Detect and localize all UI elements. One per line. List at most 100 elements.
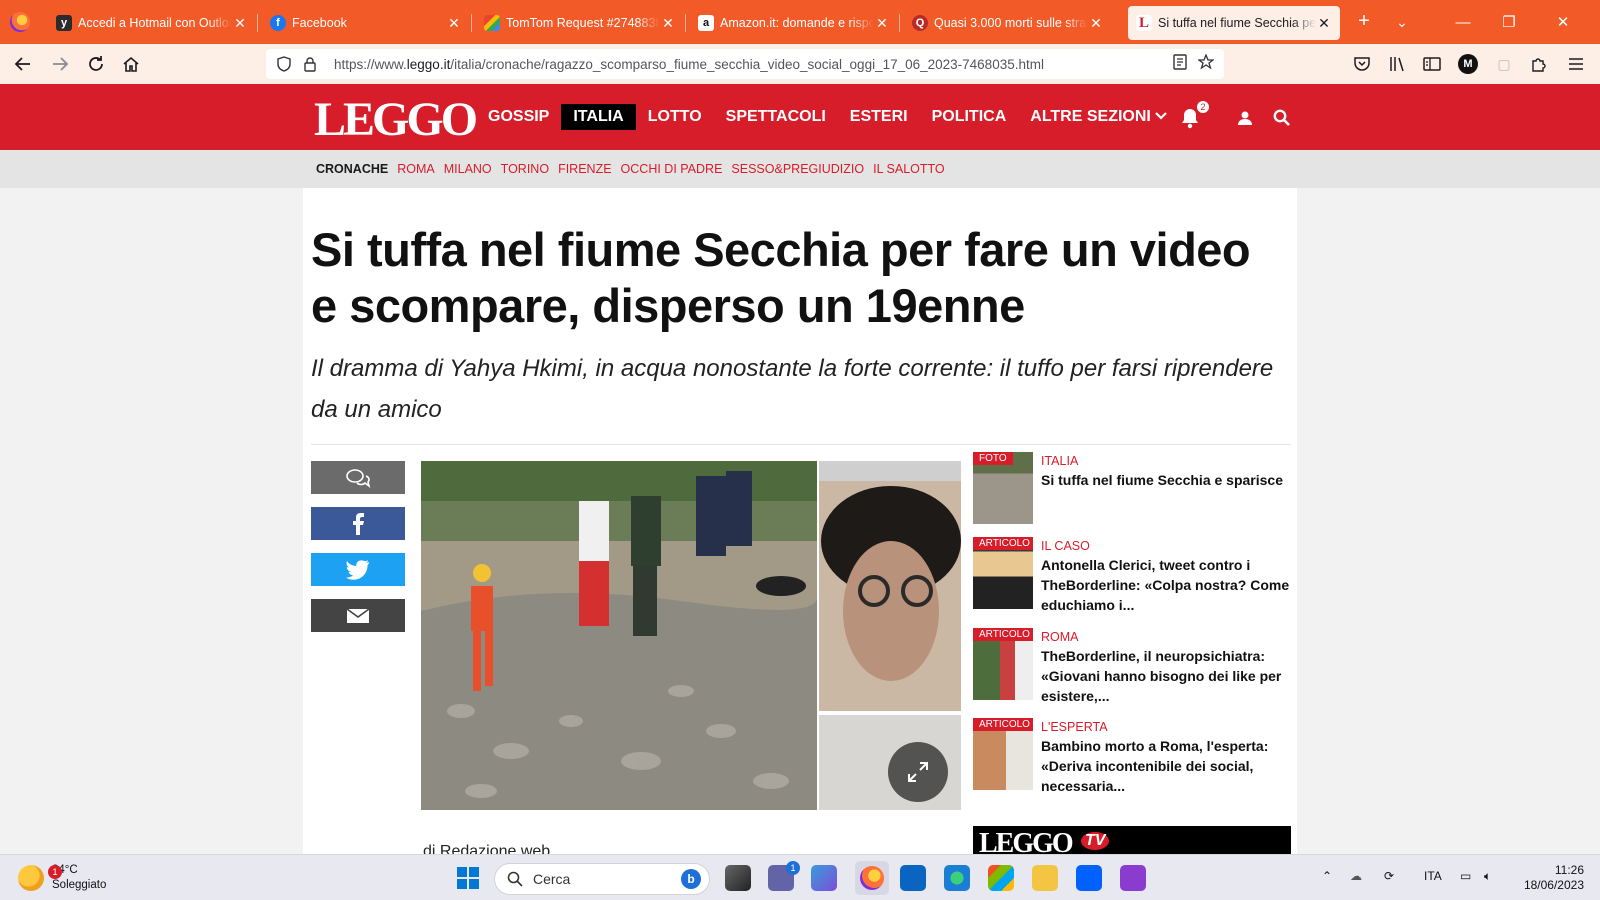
restore-button[interactable]: ❐ — [1486, 0, 1532, 44]
subnav-cronache[interactable]: CRONACHE — [316, 162, 388, 176]
search-icon[interactable] — [1270, 106, 1294, 130]
chevron-up-icon[interactable]: ⌃ — [1322, 869, 1332, 883]
expand-gallery-button[interactable] — [888, 742, 948, 802]
subnav-roma[interactable]: ROMA — [397, 162, 435, 176]
related-article[interactable]: FOTO ITALIA Si tuffa nel fiume Secchia e… — [973, 452, 1291, 524]
tab-amazon[interactable]: a Amazon.it: domande e risposte ✕ — [690, 6, 898, 40]
related-title[interactable]: Antonella Clerici, tweet contro i TheBor… — [1041, 555, 1291, 615]
menu-item-lotto[interactable]: LOTTO — [636, 104, 714, 130]
close-icon[interactable]: ✕ — [1316, 15, 1332, 32]
chevron-down-icon[interactable]: ⌄ — [1390, 10, 1414, 34]
subnav-torino[interactable]: TORINO — [501, 162, 549, 176]
sidebar-icon[interactable] — [1422, 54, 1442, 74]
email-share-button[interactable] — [311, 599, 405, 632]
article-photo[interactable] — [421, 461, 817, 810]
close-icon[interactable]: ✕ — [446, 15, 462, 32]
related-article[interactable]: ARTICOLO IL CASO Antonella Clerici, twee… — [973, 537, 1291, 613]
tab-tomtom[interactable]: TomTom Request #2748838: " ✕ — [476, 6, 684, 40]
mail-icon[interactable] — [900, 865, 926, 891]
reader-view-icon[interactable] — [1172, 53, 1188, 75]
close-icon[interactable]: ✕ — [232, 15, 248, 32]
related-category[interactable]: L'ESPERTA — [1041, 720, 1108, 734]
address-bar[interactable]: https://www.leggo.it/italia/cronache/rag… — [266, 49, 1224, 79]
close-icon[interactable]: ✕ — [874, 15, 890, 32]
facebook-share-button[interactable] — [311, 507, 405, 540]
comments-button[interactable] — [311, 461, 405, 494]
related-thumbnail[interactable]: ARTICOLO — [973, 537, 1033, 609]
lock-icon[interactable] — [300, 54, 320, 74]
reload-icon — [89, 56, 103, 71]
related-category[interactable]: ITALIA — [1041, 454, 1078, 468]
back-button[interactable] — [9, 50, 37, 78]
close-icon[interactable]: ✕ — [660, 15, 676, 32]
weather-widget[interactable]: 1 24°C Soleggiato — [18, 863, 106, 893]
store-icon[interactable] — [988, 865, 1014, 891]
system-clock[interactable]: 11:26 18/06/2023 — [1512, 863, 1584, 893]
firefox-taskbar-icon[interactable] — [855, 861, 889, 895]
copilot-icon[interactable] — [811, 865, 837, 891]
reload-button[interactable] — [82, 50, 110, 78]
related-title[interactable]: TheBorderline, il neuropsichiatra: «Giov… — [1041, 646, 1291, 706]
related-title[interactable]: Si tuffa nel fiume Secchia e sparisce — [1041, 470, 1291, 490]
display-icon[interactable]: ▭ — [1460, 869, 1471, 883]
tab-quora[interactable]: Q Quasi 3.000 morti sulle strade ✕ — [904, 6, 1112, 40]
firefox-icon[interactable] — [10, 12, 30, 32]
subnav-il-salotto[interactable]: IL SALOTTO — [873, 162, 945, 176]
new-tab-button[interactable]: + — [1352, 10, 1376, 34]
onedrive-icon[interactable]: ☁ — [1350, 869, 1362, 883]
account-avatar-icon[interactable]: M — [1458, 54, 1478, 74]
subnav-occhi-di-padre[interactable]: OCCHI DI PADRE — [621, 162, 723, 176]
tab-leggo[interactable]: L Si tuffa nel fiume Secchia per fare ✕ — [1128, 6, 1340, 40]
close-icon[interactable]: ✕ — [1088, 15, 1104, 32]
subnav-firenze[interactable]: FIRENZE — [558, 162, 611, 176]
taskbar-search[interactable]: Cerca b — [494, 863, 710, 895]
related-thumbnail[interactable]: ARTICOLO — [973, 628, 1033, 700]
home-button[interactable] — [117, 50, 145, 78]
menu-item-italia[interactable]: ITALIA — [561, 104, 636, 130]
menu-item-altre-sezioni[interactable]: ALTRE SEZIONI — [1018, 104, 1179, 130]
forward-button[interactable] — [46, 50, 74, 78]
menu-hamburger-icon[interactable] — [1566, 54, 1586, 74]
bookmark-star-icon[interactable] — [1197, 52, 1215, 75]
url-text[interactable]: https://www.leggo.it/italia/cronache/rag… — [334, 57, 1172, 72]
close-window-button[interactable]: ✕ — [1540, 0, 1586, 44]
related-category[interactable]: ROMA — [1041, 630, 1079, 644]
related-article[interactable]: ARTICOLO ROMA TheBorderline, il neuropsi… — [973, 628, 1291, 704]
user-icon[interactable] — [1233, 106, 1257, 130]
windows-start-icon[interactable] — [455, 865, 481, 891]
related-thumbnail[interactable]: ARTICOLO — [973, 718, 1033, 790]
menu-item-gossip[interactable]: GOSSIP — [476, 104, 561, 130]
tab-facebook[interactable]: f Facebook ✕ — [262, 6, 470, 40]
menu-item-politica[interactable]: POLITICA — [920, 104, 1019, 130]
speaker-icon[interactable]: 🔈︎ — [1484, 869, 1491, 884]
shield-icon[interactable] — [274, 54, 294, 74]
twitter-share-button[interactable] — [311, 553, 405, 586]
leggo-logo[interactable]: LEGGO — [314, 92, 478, 147]
related-category[interactable]: IL CASO — [1041, 539, 1090, 553]
dropbox-icon[interactable] — [1076, 865, 1102, 891]
app-icon[interactable] — [1120, 865, 1146, 891]
pocket-icon[interactable] — [1352, 54, 1372, 74]
related-article[interactable]: ARTICOLO L'ESPERTA Bambino morto a Roma,… — [973, 718, 1291, 794]
library-icon[interactable] — [1388, 54, 1408, 74]
file-explorer-icon[interactable] — [1032, 865, 1058, 891]
menu-item-esteri[interactable]: ESTERI — [838, 104, 920, 130]
language-indicator[interactable]: ITA — [1424, 869, 1442, 883]
subnav-sesso-pregiudizio[interactable]: SESSO&PREGIUDIZIO — [731, 162, 864, 176]
related-thumbnail[interactable]: FOTO — [973, 452, 1033, 524]
subnav-milano[interactable]: MILANO — [444, 162, 492, 176]
tab-hotmail[interactable]: y Accedi a Hotmail con Outlook ✕ — [48, 6, 256, 40]
bing-icon[interactable]: b — [681, 869, 701, 889]
article-headline: Si tuffa nel fiume Secchia per fare un v… — [311, 223, 1251, 332]
extension-icon[interactable]: ▢ — [1494, 54, 1514, 74]
leggo-tv-banner[interactable]: LEGGO TV — [973, 826, 1291, 854]
email-icon — [346, 607, 370, 623]
edge-icon[interactable] — [944, 865, 970, 891]
menu-item-spettacoli[interactable]: SPETTACOLI — [714, 104, 838, 130]
sync-icon[interactable]: ⟳ — [1384, 869, 1394, 883]
tab-title: Amazon.it: domande e risposte — [720, 16, 874, 30]
task-view-icon[interactable] — [725, 865, 751, 891]
extensions-puzzle-icon[interactable] — [1528, 54, 1548, 74]
minimize-button[interactable]: — — [1440, 0, 1486, 44]
related-title[interactable]: Bambino morto a Roma, l'esperta: «Deriva… — [1041, 736, 1291, 796]
